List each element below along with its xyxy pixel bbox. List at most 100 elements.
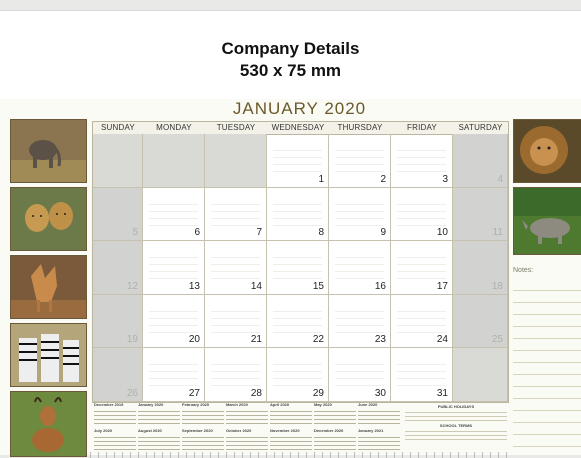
day-number: 4 [497, 173, 503, 185]
mini-calendar: October 2020 [226, 428, 268, 452]
mini-calendar-days [270, 407, 312, 426]
day-number: 30 [374, 387, 386, 399]
day-cell-30[interactable]: 30 [329, 348, 391, 402]
mini-calendar: December 2020 [314, 428, 356, 452]
mini-calendar-days [138, 433, 180, 452]
day-cell-10[interactable]: 10 [391, 187, 453, 241]
day-number: 10 [436, 227, 448, 238]
day-lines [459, 198, 501, 228]
day-cell-8[interactable]: 8 [267, 187, 329, 241]
rhino-photo [513, 187, 581, 255]
day-number: 2 [380, 173, 386, 185]
day-lines [273, 304, 322, 335]
calendar-page: Company Details 530 x 75 mm JANUARY 2020… [0, 10, 581, 458]
day-lines [459, 144, 501, 174]
impala-photo [10, 391, 87, 457]
day-number: 1 [318, 173, 324, 185]
mini-calendar: May 2020 [314, 403, 356, 426]
day-cell-29[interactable]: 29 [267, 348, 329, 402]
day-lines [149, 251, 198, 281]
day-cell-15[interactable]: 15 [267, 241, 329, 295]
day-cell-11[interactable]: 11 [453, 187, 508, 241]
day-lines [211, 251, 260, 281]
day-number: 22 [312, 334, 324, 345]
day-lines [397, 197, 446, 228]
day-cell-empty[interactable] [453, 348, 508, 402]
notes-area[interactable]: Notes: [513, 267, 581, 455]
day-cell-12[interactable]: 12 [93, 241, 143, 295]
day-number: 13 [188, 280, 200, 292]
lion-photo [513, 119, 581, 183]
day-cell-empty[interactable] [93, 134, 143, 188]
day-number: 28 [250, 387, 262, 399]
day-cell-27[interactable]: 27 [143, 348, 205, 402]
mini-calendar-days [314, 433, 356, 452]
day-number: 26 [126, 387, 138, 399]
day-number: 31 [436, 387, 448, 399]
jackal-photo [10, 255, 87, 319]
day-number: 18 [491, 280, 503, 292]
calendar-grid: SUNDAY MONDAY TUESDAY WEDNESDAY THURSDAY FRID… [92, 121, 509, 403]
day-lines [397, 304, 446, 335]
day-cell-24[interactable]: 24 [391, 294, 453, 348]
day-number: 23 [374, 334, 386, 345]
mini-calendars: December 2019 January 2020 February 2020 Ma… [94, 403, 404, 455]
day-cell-1[interactable]: 1 [267, 134, 329, 188]
mini-calendar-days [138, 407, 180, 426]
day-cell-9[interactable]: 9 [329, 187, 391, 241]
day-lines [149, 144, 198, 174]
day-lines [335, 144, 384, 174]
day-cell-5[interactable]: 5 [93, 187, 143, 241]
day-cell-28[interactable]: 28 [205, 348, 267, 402]
day-lines [459, 358, 501, 388]
day-cell-23[interactable]: 23 [329, 294, 391, 348]
day-lines [211, 144, 260, 174]
day-number: 14 [250, 280, 262, 292]
day-cell-25[interactable]: 25 [453, 294, 508, 348]
mini-calendar-days [94, 407, 136, 426]
mini-calendar: November 2020 [270, 428, 312, 452]
day-cell-21[interactable]: 21 [205, 294, 267, 348]
day-number: 25 [491, 334, 503, 345]
day-cell-7[interactable]: 7 [205, 187, 267, 241]
notes-lines [513, 279, 581, 455]
day-cell-empty[interactable] [143, 134, 205, 188]
school-terms-list [405, 428, 507, 442]
day-cell-3[interactable]: 3 [391, 134, 453, 188]
mini-calendar: June 2020 [358, 403, 400, 426]
day-cell-18[interactable]: 18 [453, 241, 508, 295]
day-lines [149, 304, 198, 335]
day-cell-13[interactable]: 13 [143, 241, 205, 295]
mini-calendar: January 2021 [358, 428, 400, 452]
day-lines [335, 358, 384, 388]
day-cell-17[interactable]: 17 [391, 241, 453, 295]
day-cell-20[interactable]: 20 [143, 294, 205, 348]
day-cell-empty[interactable] [205, 134, 267, 188]
day-lines [273, 144, 322, 174]
mini-calendar-days [226, 407, 268, 426]
day-number: 8 [318, 227, 324, 238]
day-number: 6 [194, 227, 200, 238]
day-cell-26[interactable]: 26 [93, 348, 143, 402]
day-number: 29 [312, 387, 324, 399]
mini-calendar-days [314, 407, 356, 426]
day-lines [99, 358, 136, 388]
day-cell-14[interactable]: 14 [205, 241, 267, 295]
mini-calendar: July 2020 [94, 428, 136, 452]
mini-calendar: January 2020 [138, 403, 180, 426]
mini-calendar-days [226, 433, 268, 452]
day-lines [99, 144, 136, 174]
day-cell-4[interactable]: 4 [453, 134, 508, 188]
mini-calendar-days [182, 407, 224, 426]
day-cell-6[interactable]: 6 [143, 187, 205, 241]
day-cell-16[interactable]: 16 [329, 241, 391, 295]
day-number: 3 [442, 173, 448, 185]
day-cell-22[interactable]: 22 [267, 294, 329, 348]
day-cell-31[interactable]: 31 [391, 348, 453, 402]
elephant-photo [10, 119, 87, 183]
day-number: 9 [380, 227, 386, 238]
day-cell-19[interactable]: 19 [93, 294, 143, 348]
day-lines [211, 197, 260, 228]
notes-label: Notes: [513, 267, 534, 274]
day-cell-2[interactable]: 2 [329, 134, 391, 188]
